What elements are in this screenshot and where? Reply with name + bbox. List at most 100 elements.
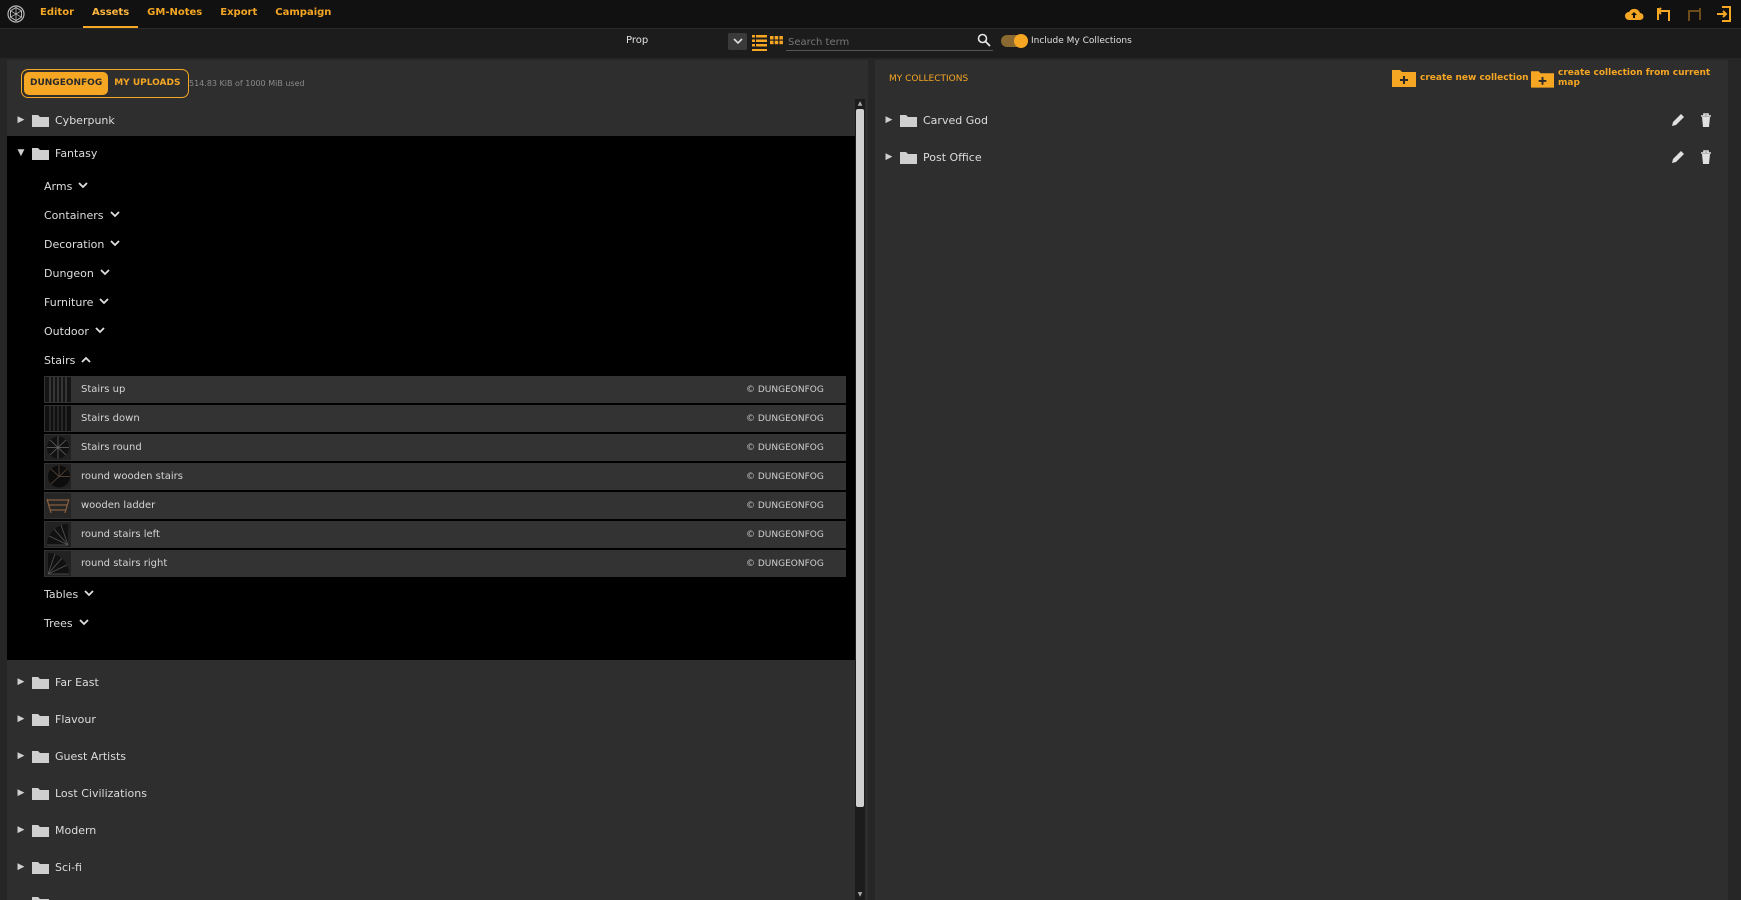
asset-row[interactable]: wooden ladder © DUNGEONFOG <box>44 492 846 519</box>
asset-row[interactable]: Stairs down © DUNGEONFOG <box>44 405 846 432</box>
edit-icon[interactable] <box>1670 112 1686 128</box>
redo-button[interactable] <box>1683 3 1705 25</box>
folder-flavour[interactable]: ▶ Flavour <box>7 703 855 735</box>
subfolder-decoration[interactable]: Decoration <box>44 232 120 256</box>
subfolder-label: Stairs <box>44 353 76 367</box>
caret-down-icon: ▼ <box>17 148 25 158</box>
folder-icon <box>32 861 49 874</box>
top-actions <box>1623 3 1735 25</box>
folder-guest-artists[interactable]: ▶ Guest Artists <box>7 740 855 772</box>
asset-row[interactable]: Stairs round © DUNGEONFOG <box>44 434 846 461</box>
folder-icon <box>32 147 49 160</box>
folder-icon <box>900 114 917 127</box>
folder-icon <box>32 676 49 689</box>
asset-name: round stairs right <box>81 558 168 569</box>
cloud-upload-button[interactable] <box>1623 3 1645 25</box>
tab-my-uploads[interactable]: MY UPLOADS <box>108 72 186 95</box>
folder-partial[interactable] <box>7 886 855 900</box>
create-collection-from-map-button[interactable]: create collection from current map <box>1531 68 1728 88</box>
edit-icon[interactable] <box>1670 149 1686 165</box>
nav-campaign[interactable]: Campaign <box>266 0 340 28</box>
nav-assets[interactable]: Assets <box>83 0 139 28</box>
nav-editor[interactable]: Editor <box>31 0 83 28</box>
folder-fantasy[interactable]: ▼ Fantasy <box>7 137 855 169</box>
folder-icon <box>32 750 49 763</box>
asset-type-dropdown[interactable] <box>728 33 747 50</box>
trash-icon[interactable] <box>1698 112 1714 128</box>
folder-icon <box>32 824 49 837</box>
undo-icon <box>1657 7 1670 21</box>
subfolder-outdoor[interactable]: Outdoor <box>44 319 105 343</box>
folder-label: Far East <box>55 675 99 689</box>
asset-copyright: © DUNGEONFOG <box>746 500 824 511</box>
folder-modern[interactable]: ▶ Modern <box>7 814 855 846</box>
library-scrollbar[interactable]: ▲ ▼ <box>855 99 865 900</box>
subfolder-stairs[interactable]: Stairs <box>44 348 91 372</box>
collection-post-office[interactable]: ▶ Post Office <box>875 141 1728 173</box>
chevron-down-icon <box>100 269 110 276</box>
asset-toolbar: Prop Include My Coll <box>0 29 1741 58</box>
chevron-down-icon <box>84 590 94 597</box>
subfolder-furniture[interactable]: Furniture <box>44 290 110 314</box>
asset-row[interactable]: round stairs right © DUNGEONFOG <box>44 550 846 577</box>
scroll-down-icon[interactable]: ▼ <box>856 891 864 899</box>
folder-label: Guest Artists <box>55 749 126 763</box>
create-new-collection-button[interactable]: create new collection <box>1392 68 1529 87</box>
asset-thumbnail <box>45 522 71 547</box>
folder-label: Flavour <box>55 712 96 726</box>
folder-plus-icon <box>1392 70 1416 87</box>
asset-row[interactable]: round wooden stairs © DUNGEONFOG <box>44 463 846 490</box>
subfolder-arms[interactable]: Arms <box>44 174 88 198</box>
subfolder-dungeon[interactable]: Dungeon <box>44 261 110 285</box>
exit-button[interactable] <box>1713 3 1735 25</box>
search-input[interactable] <box>788 34 968 50</box>
subfolder-label: Containers <box>44 208 104 222</box>
folder-far-east[interactable]: ▶ Far East <box>7 666 855 698</box>
asset-library-panel: DUNGEONFOG MY UPLOADS 514.83 KiB of 1000… <box>7 60 868 900</box>
subfolder-label: Decoration <box>44 237 105 251</box>
asset-copyright: © DUNGEONFOG <box>746 529 824 540</box>
create-new-collection-label: create new collection <box>1420 72 1529 83</box>
exit-icon <box>1717 6 1731 22</box>
asset-name: wooden ladder <box>81 500 156 511</box>
folder-icon <box>32 114 49 127</box>
asset-copyright: © DUNGEONFOG <box>746 558 824 569</box>
subfolder-label: Outdoor <box>44 324 89 338</box>
chevron-down-icon <box>109 211 120 218</box>
subfolder-label: Furniture <box>44 295 94 309</box>
nav-export[interactable]: Export <box>211 0 266 28</box>
search-box <box>786 32 993 51</box>
scroll-thumb[interactable] <box>856 109 864 807</box>
app-logo-icon[interactable] <box>7 5 25 23</box>
asset-thumbnail <box>45 493 71 518</box>
grid-view-button[interactable] <box>770 33 783 47</box>
asset-copyright: © DUNGEONFOG <box>746 471 824 482</box>
asset-row[interactable]: round stairs left © DUNGEONFOG <box>44 521 846 548</box>
asset-copyright: © DUNGEONFOG <box>746 413 824 424</box>
collection-carved-god[interactable]: ▶ Carved God <box>875 104 1728 136</box>
chevron-down-icon <box>79 619 89 626</box>
subfolder-tables[interactable]: Tables <box>44 582 94 606</box>
main-nav: Editor Assets GM-Notes Export Campaign <box>31 0 340 29</box>
subfolder-trees[interactable]: Trees <box>44 611 89 635</box>
include-collections-toggle[interactable] <box>1001 34 1028 48</box>
folder-lost-civilizations[interactable]: ▶ Lost Civilizations <box>7 777 855 809</box>
nav-gm-notes[interactable]: GM-Notes <box>138 0 211 28</box>
folder-cyberpunk[interactable]: ▶ Cyberpunk <box>7 104 855 136</box>
trash-icon[interactable] <box>1698 149 1714 165</box>
fantasy-expanded-block: ▼ Fantasy Arms Containers Decoration Dun… <box>7 136 855 660</box>
asset-name: Stairs down <box>81 413 140 424</box>
subfolder-label: Trees <box>44 616 73 630</box>
asset-name: round stairs left <box>81 529 160 540</box>
list-view-button[interactable] <box>752 33 767 51</box>
cloud-upload-icon <box>1625 8 1644 20</box>
collections-title: MY COLLECTIONS <box>889 74 969 84</box>
subfolder-containers[interactable]: Containers <box>44 203 120 227</box>
asset-copyright: © DUNGEONFOG <box>746 384 824 395</box>
tab-dungeonfog[interactable]: DUNGEONFOG <box>24 72 109 95</box>
folder-sci-fi[interactable]: ▶ Sci-fi <box>7 851 855 883</box>
asset-row[interactable]: Stairs up © DUNGEONFOG <box>44 376 846 403</box>
undo-button[interactable] <box>1653 3 1675 25</box>
scroll-up-icon[interactable]: ▲ <box>856 100 864 108</box>
search-icon[interactable] <box>977 33 991 47</box>
